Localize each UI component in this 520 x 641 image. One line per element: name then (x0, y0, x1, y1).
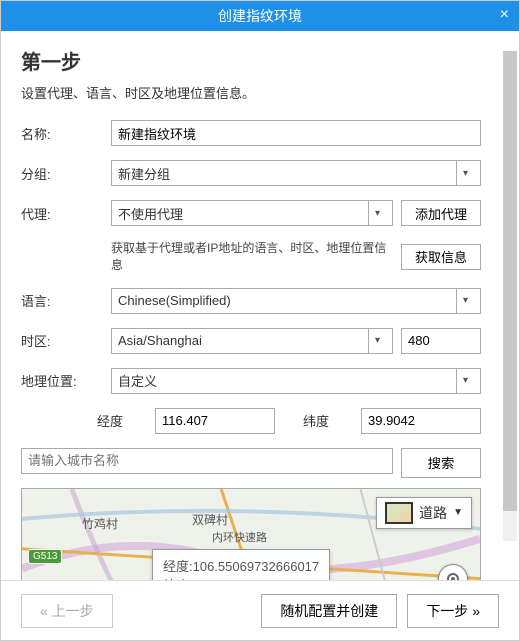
modal-content: 第一步 设置代理、语言、时区及地理位置信息。 名称: 分组: 新建分组 ▾ 代理… (1, 31, 519, 580)
layer-thumb-icon (385, 502, 413, 524)
get-info-button[interactable]: 获取信息 (401, 244, 481, 270)
label-name: 名称: (21, 124, 111, 143)
geo-value: 自定义 (118, 371, 157, 390)
locate-icon (445, 571, 461, 580)
proxy-hint: 获取基于代理或者IP地址的语言、时区、地理位置信息 (111, 240, 393, 274)
language-value: Chinese(Simplified) (118, 293, 231, 308)
close-icon[interactable]: × (500, 6, 509, 24)
map-layer-selector[interactable]: 道路 ▼ (376, 497, 472, 529)
label-proxy: 代理: (21, 204, 111, 223)
map-place: 内环快速路 (212, 529, 267, 545)
modal-window: 创建指纹环境 × 第一步 设置代理、语言、时区及地理位置信息。 名称: 分组: … (0, 0, 520, 641)
chevron-down-icon: ▼ (453, 507, 463, 518)
map-place: 竹鸡村 (82, 515, 118, 532)
chevron-down-icon: ▾ (368, 329, 386, 353)
random-create-button[interactable]: 随机配置并创建 (261, 594, 397, 628)
group-select[interactable]: 新建分组 ▾ (111, 160, 481, 186)
label-lng: 经度 (97, 411, 147, 430)
latitude-input[interactable] (361, 408, 481, 434)
highway-badge: G513 (28, 549, 62, 564)
geo-select[interactable]: 自定义 ▾ (111, 368, 481, 394)
search-button[interactable]: 搜索 (401, 448, 481, 478)
timezone-select[interactable]: Asia/Shanghai ▾ (111, 328, 393, 354)
label-group: 分组: (21, 164, 111, 183)
chevron-down-icon: ▾ (456, 289, 474, 313)
map-place: 双碑村 (192, 511, 228, 528)
modal-footer: « 上一步 随机配置并创建 下一步 » (1, 580, 519, 640)
tooltip-lat: 纬度:29.564699172973626 (163, 575, 319, 580)
label-tz: 时区: (21, 331, 111, 350)
proxy-select[interactable]: 不使用代理 ▾ (111, 200, 393, 226)
modal-title: 创建指纹环境 (218, 6, 302, 26)
name-input[interactable] (111, 120, 481, 146)
label-geo: 地理位置: (21, 371, 111, 390)
map-view[interactable]: 竹鸡村 双碑村 内环快速路 牵牛涧 小岩石 蜗螺湾 瓦房子 屋基墁 渝中区 G5… (21, 488, 481, 580)
step-subtitle: 设置代理、语言、时区及地理位置信息。 (21, 83, 499, 102)
chevron-down-icon: ▾ (368, 201, 386, 225)
timezone-value: Asia/Shanghai (118, 333, 202, 348)
next-button[interactable]: 下一步 » (407, 594, 499, 628)
tz-offset-input[interactable] (401, 328, 481, 354)
modal-header: 创建指纹环境 × (1, 1, 519, 31)
step-title: 第一步 (21, 46, 499, 75)
chevron-down-icon: ▾ (456, 369, 474, 393)
group-value: 新建分组 (118, 164, 170, 183)
map-tooltip: 经度:106.55069732666017 纬度:29.564699172973… (152, 549, 330, 580)
label-lang: 语言: (21, 291, 111, 310)
scrollbar[interactable] (503, 51, 517, 541)
scrollbar-thumb[interactable] (503, 51, 517, 511)
city-search-input[interactable] (21, 448, 393, 474)
layer-label: 道路 (419, 503, 447, 523)
label-lat: 纬度 (303, 411, 353, 430)
longitude-input[interactable] (155, 408, 275, 434)
add-proxy-button[interactable]: 添加代理 (401, 200, 481, 226)
prev-button[interactable]: « 上一步 (21, 594, 113, 628)
proxy-value: 不使用代理 (118, 204, 183, 223)
tooltip-lng: 经度:106.55069732666017 (163, 556, 319, 575)
language-select[interactable]: Chinese(Simplified) ▾ (111, 288, 481, 314)
chevron-down-icon: ▾ (456, 161, 474, 185)
